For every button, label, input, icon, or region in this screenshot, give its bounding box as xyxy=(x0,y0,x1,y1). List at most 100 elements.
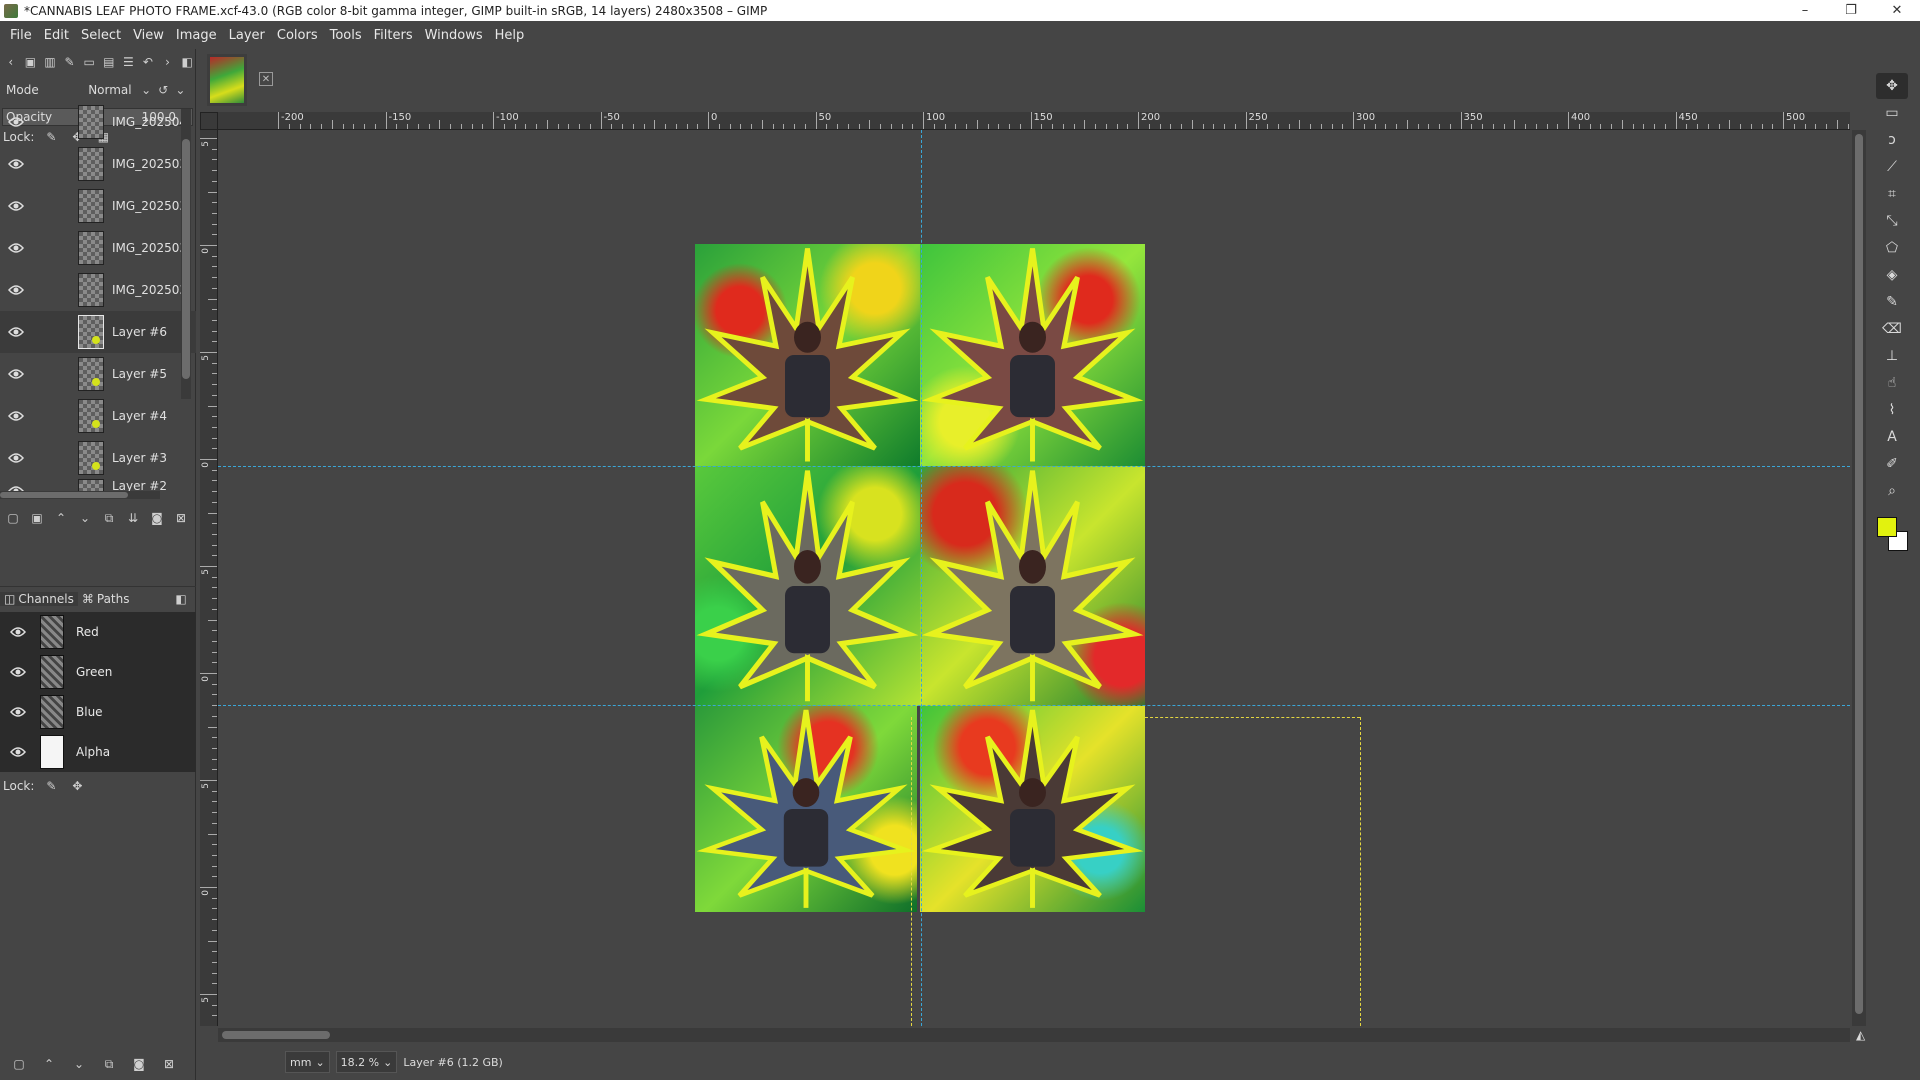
layer-row-partial[interactable]: Layer #2 xyxy=(0,479,196,491)
duplicate-layer-icon[interactable]: ⧉ xyxy=(100,509,118,527)
mode-select[interactable]: Normal xyxy=(80,83,137,97)
eraser-tool-icon[interactable]: ⌫ xyxy=(1876,316,1908,342)
zoom-select[interactable]: 18.2 % ⌄ xyxy=(335,1051,398,1073)
menu-image[interactable]: Image xyxy=(170,28,223,43)
eye-icon[interactable] xyxy=(6,620,30,644)
canvas-horizontal-scrollbar[interactable] xyxy=(218,1028,1850,1042)
layer-row-active[interactable]: Layer #6 xyxy=(0,311,196,353)
layer-row[interactable]: IMG_202504 xyxy=(0,101,196,143)
unit-select[interactable]: mm ⌄ xyxy=(285,1051,330,1073)
chevron-left-icon[interactable]: ‹ xyxy=(3,53,19,71)
layers-icon[interactable]: ☰ xyxy=(121,53,137,71)
layer-row[interactable]: IMG_202503 xyxy=(0,227,196,269)
font-icon[interactable]: ▭ xyxy=(81,53,97,71)
eye-icon[interactable] xyxy=(4,110,28,134)
text-tool-icon[interactable]: A xyxy=(1876,424,1908,450)
tab-channels[interactable]: ◫ Channels xyxy=(0,591,78,606)
lock-position-move-icon[interactable]: ✥ xyxy=(68,777,86,795)
eye-icon[interactable] xyxy=(6,660,30,684)
mode-reset-icon[interactable]: ↺ xyxy=(155,81,172,99)
menu-select[interactable]: Select xyxy=(75,28,127,43)
move-tool-icon[interactable]: ✥ xyxy=(1876,73,1908,99)
paintbrush-tool-icon[interactable]: ✎ xyxy=(1876,289,1908,315)
zoom-tool-icon[interactable]: ⌕ xyxy=(1876,478,1908,504)
raise-channel-icon[interactable]: ⌃ xyxy=(40,1055,58,1073)
layer-row[interactable]: IMG_202503 xyxy=(0,185,196,227)
zoom-value[interactable]: 18.2 % xyxy=(341,1056,379,1069)
vertical-guide[interactable] xyxy=(921,130,922,1026)
channel-row[interactable]: Red xyxy=(0,612,196,652)
close-image-tab-icon[interactable]: ✕ xyxy=(259,72,273,86)
eye-icon[interactable] xyxy=(4,320,28,344)
layers-vertical-scrollbar[interactable] xyxy=(181,109,191,399)
lower-channel-icon[interactable]: ⌄ xyxy=(70,1055,88,1073)
horizontal-ruler[interactable]: -200 -150 -100 -50 0 50 100 150 200 250 300 350 400 4… xyxy=(218,112,1850,130)
lower-layer-icon[interactable]: ⌄ xyxy=(76,509,94,527)
close-button[interactable]: ✕ xyxy=(1874,0,1920,21)
delete-layer-icon[interactable]: ⊠ xyxy=(172,509,190,527)
clone-tool-icon[interactable]: ⊥ xyxy=(1876,343,1908,369)
navigate-icon[interactable]: ◭ xyxy=(1856,1028,1870,1042)
foreground-color-swatch[interactable] xyxy=(1877,517,1897,537)
channel-row[interactable]: Green xyxy=(0,652,196,692)
lasso-tool-icon[interactable]: ↄ xyxy=(1876,127,1908,153)
eye-icon[interactable] xyxy=(6,700,30,724)
scrollbar-thumb[interactable] xyxy=(1855,134,1863,1014)
duplicate-channel-icon[interactable]: ⧉ xyxy=(100,1055,118,1073)
eye-icon[interactable] xyxy=(4,404,28,428)
lock-pixels-brush-icon[interactable]: ✎ xyxy=(42,777,60,795)
smudge-tool-icon[interactable]: ☝ xyxy=(1876,370,1908,396)
new-channel-icon[interactable]: ▢ xyxy=(10,1055,28,1073)
scrollbar-thumb[interactable] xyxy=(0,492,128,498)
chevron-right-icon[interactable]: › xyxy=(160,53,176,71)
tab-paths[interactable]: ⌘ Paths xyxy=(78,592,134,606)
eye-icon[interactable] xyxy=(4,152,28,176)
new-layer-group-icon[interactable]: ▣ xyxy=(28,509,46,527)
eye-icon[interactable] xyxy=(4,278,28,302)
eye-icon[interactable] xyxy=(6,740,30,764)
image-tab[interactable] xyxy=(207,54,247,106)
canvas-vertical-scrollbar[interactable] xyxy=(1852,130,1866,1026)
ruler-corner[interactable] xyxy=(200,112,218,130)
menu-edit[interactable]: Edit xyxy=(38,28,75,43)
layer-row[interactable]: Layer #3 xyxy=(0,437,196,479)
layer-row[interactable]: IMG_202503 xyxy=(0,143,196,185)
minimize-button[interactable]: – xyxy=(1782,0,1828,21)
layer-row[interactable]: IMG_202503 xyxy=(0,269,196,311)
layer-row[interactable]: Layer #4 xyxy=(0,395,196,437)
eye-icon[interactable] xyxy=(4,194,28,218)
merge-layer-icon[interactable]: ⇊ xyxy=(124,509,142,527)
eye-icon[interactable] xyxy=(4,236,28,260)
channel-to-selection-icon[interactable]: ◙ xyxy=(130,1055,148,1073)
image-canvas[interactable] xyxy=(218,130,1850,1026)
channel-row[interactable]: Blue xyxy=(0,692,196,732)
tool-options-icon[interactable]: ▣ xyxy=(23,53,39,71)
layers-horizontal-scrollbar[interactable] xyxy=(0,491,160,499)
scrollbar-thumb[interactable] xyxy=(182,139,190,379)
document-history-icon[interactable]: ▤ xyxy=(101,53,117,71)
dock-menu-icon[interactable]: ◧ xyxy=(179,53,195,71)
menu-help[interactable]: Help xyxy=(489,28,531,43)
eye-icon[interactable] xyxy=(4,446,28,470)
pattern-icon[interactable]: ▥ xyxy=(42,53,58,71)
mask-icon[interactable]: ◙ xyxy=(148,509,166,527)
rect-select-tool-icon[interactable]: ▭ xyxy=(1876,100,1908,126)
menu-tools[interactable]: Tools xyxy=(324,28,368,43)
eye-icon[interactable] xyxy=(4,362,28,386)
restore-button[interactable]: ❐ xyxy=(1828,0,1874,21)
unified-transform-tool-icon[interactable]: ⤡ xyxy=(1876,208,1908,234)
vertical-ruler[interactable]: 5 0 5 0 5 0 5 0 5 xyxy=(200,130,218,1026)
tab-menu-icon[interactable]: ◧ xyxy=(172,590,190,608)
menu-view[interactable]: View xyxy=(127,28,170,43)
layer-row[interactable]: Layer #5 xyxy=(0,353,196,395)
delete-channel-icon[interactable]: ⊠ xyxy=(160,1055,178,1073)
brush-icon[interactable]: ✎ xyxy=(62,53,78,71)
menu-layer[interactable]: Layer xyxy=(223,28,271,43)
undo-history-icon[interactable]: ↶ xyxy=(140,53,156,71)
warp-tool-icon[interactable]: ⬠ xyxy=(1876,235,1908,261)
menu-filters[interactable]: Filters xyxy=(368,28,419,43)
color-picker-tool-icon[interactable]: ✐ xyxy=(1876,451,1908,477)
new-layer-icon[interactable]: ▢ xyxy=(4,509,22,527)
scrollbar-thumb[interactable] xyxy=(222,1031,330,1039)
menu-windows[interactable]: Windows xyxy=(419,28,489,43)
